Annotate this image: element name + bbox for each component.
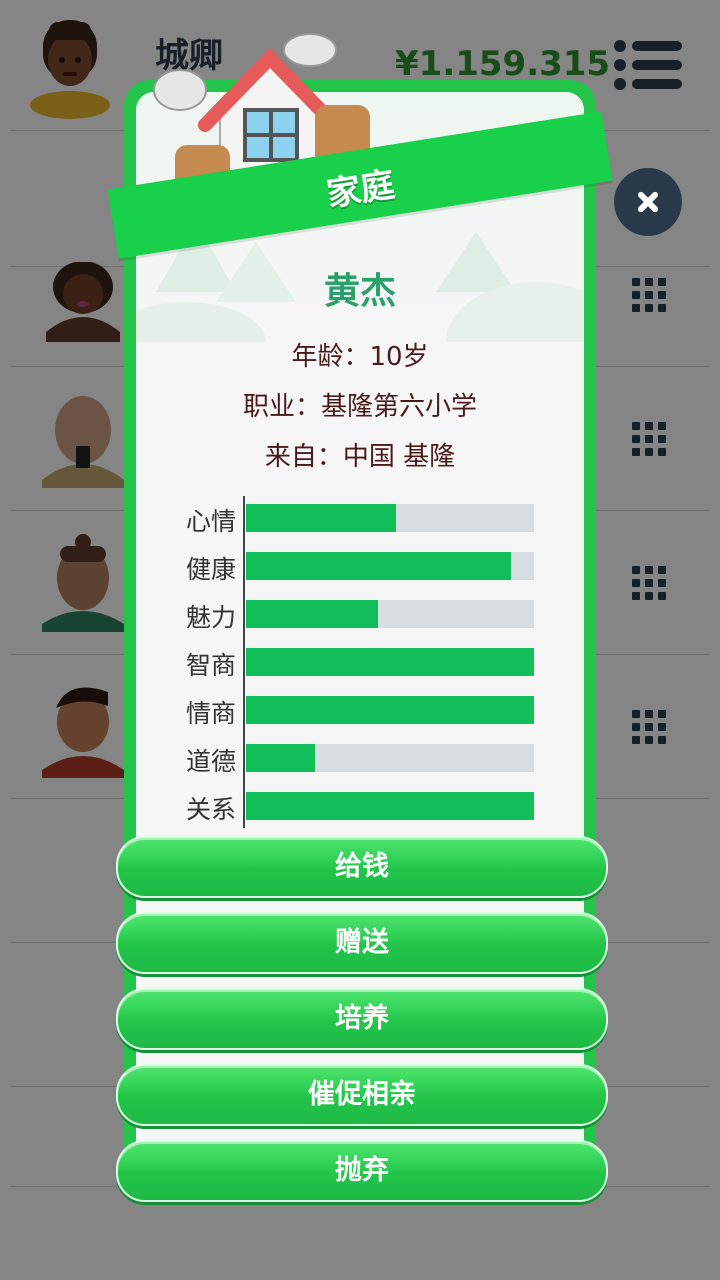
age-line: 年龄：10岁	[291, 342, 429, 372]
from-line: 来自：中国 基隆	[264, 442, 456, 472]
person-name: 黄杰	[323, 271, 396, 312]
stat-track	[246, 792, 534, 820]
stat-row: 道德	[176, 740, 536, 788]
stat-fill	[246, 792, 534, 820]
stat-fill	[246, 744, 316, 772]
urge-blind-date-button[interactable]: 催促相亲	[116, 1064, 608, 1126]
stat-track	[246, 600, 534, 628]
stat-track	[246, 696, 534, 724]
abandon-button[interactable]: 抛弃	[116, 1140, 608, 1202]
stat-label: 智商	[185, 651, 236, 680]
stat-label: 关系	[185, 795, 236, 824]
stat-label: 道德	[185, 747, 236, 776]
stat-row: 心情	[176, 500, 536, 548]
stat-fill	[246, 504, 396, 532]
job-line: 职业：基隆第六小学	[242, 392, 477, 422]
stat-track	[246, 552, 534, 580]
stat-fill	[246, 552, 511, 580]
stat-fill	[246, 600, 379, 628]
stat-track	[246, 744, 534, 772]
stat-fill	[246, 696, 534, 724]
stat-fill	[246, 648, 534, 676]
stat-row: 健康	[176, 548, 536, 596]
stat-row: 智商	[176, 644, 536, 692]
give-money-button[interactable]: 给钱	[116, 836, 608, 898]
gift-button[interactable]: 赠送	[116, 912, 608, 974]
cultivate-button[interactable]: 培养	[116, 988, 608, 1050]
stat-label: 健康	[185, 555, 236, 584]
stat-row: 情商	[176, 692, 536, 740]
close-icon[interactable]	[614, 168, 682, 236]
stat-track	[246, 504, 534, 532]
stats-chart: 心情 健康 魅力 智商 情商 道德 关系	[176, 500, 536, 836]
stat-row: 关系	[176, 788, 536, 836]
stat-label: 魅力	[185, 603, 236, 632]
stat-row: 魅力	[176, 596, 536, 644]
stat-track	[246, 648, 534, 676]
stat-label: 情商	[185, 699, 236, 728]
stat-label: 心情	[185, 507, 236, 536]
